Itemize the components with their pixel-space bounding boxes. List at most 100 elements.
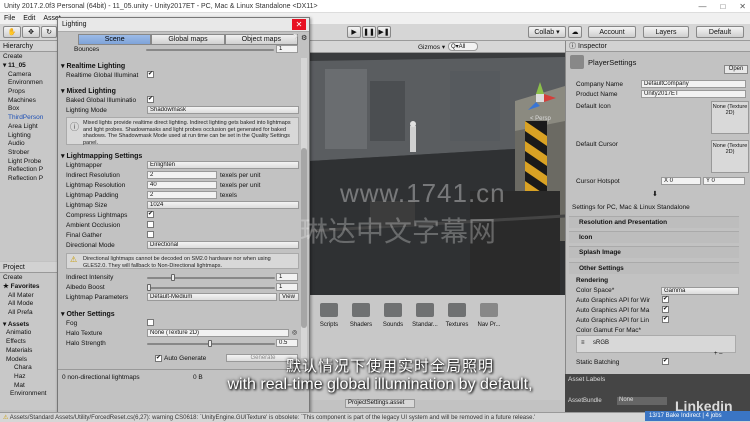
hierarchy-item[interactable]: Props [0, 88, 57, 97]
hierarchy-item[interactable]: Environmen [0, 79, 57, 88]
gamut-value[interactable]: sRGB [593, 340, 609, 346]
asset-folder-item[interactable]: Effects [0, 338, 57, 347]
asset-folder-icon[interactable] [352, 303, 370, 317]
hierarchy-item[interactable]: Audio [0, 140, 57, 149]
hierarchy-item[interactable]: Box [0, 105, 57, 114]
asset-folder-icon[interactable] [416, 303, 434, 317]
inspector-field-input[interactable]: Unity2017ET [641, 90, 746, 98]
play-button[interactable]: ▶ [347, 26, 361, 38]
lighting-help-icon[interactable]: ❔ [291, 34, 300, 42]
lightmap-setting-field[interactable]: 2 [147, 191, 217, 199]
hierarchy-item[interactable]: Light Probe [0, 158, 57, 167]
move-tool-icon[interactable]: ✥ [22, 26, 40, 38]
open-button[interactable]: Open [724, 65, 748, 74]
scene-search-input[interactable]: Q▾All [448, 42, 478, 51]
section-icon[interactable]: Icon [569, 231, 739, 243]
pause-button[interactable]: ❚❚ [362, 26, 376, 38]
tab-scene[interactable]: Scene [78, 34, 152, 45]
view-button[interactable]: View [279, 293, 299, 301]
project-tab[interactable]: Project [0, 262, 57, 273]
inspector-tab[interactable]: ⓘ Inspector [566, 41, 750, 52]
other-settings-header[interactable]: ▾ Other Settings [61, 310, 115, 318]
asset-folder-item[interactable]: Mat [0, 382, 57, 391]
asset-folder-item[interactable]: Models [0, 356, 57, 365]
indirect-intensity-slider[interactable] [147, 277, 275, 279]
lightmap-setting-checkbox[interactable]: ✔ [147, 211, 154, 218]
asset-folder-item[interactable]: Haz [0, 373, 57, 382]
gamut-add-remove[interactable]: + – [714, 351, 723, 357]
auto-graphics-api-checkbox[interactable]: ✔ [662, 316, 669, 323]
section-splash[interactable]: Splash Image [569, 246, 739, 258]
hierarchy-item[interactable]: Strober [0, 149, 57, 158]
mixed-lighting-header[interactable]: ▾ Mixed Lighting [61, 87, 116, 95]
lightmap-setting-field[interactable]: 2 [147, 171, 217, 179]
lightmap-params-dropdown[interactable]: Default-Medium [147, 293, 277, 301]
tab-global-maps[interactable]: Global maps [151, 34, 225, 45]
asset-folder-icon[interactable] [384, 303, 402, 317]
halo-strength-knob[interactable] [208, 340, 212, 347]
assetbundle-dropdown[interactable]: None [617, 397, 667, 405]
hotspot-y-field[interactable]: Y 0 [703, 177, 745, 185]
asset-folder-item[interactable]: Animatio [0, 329, 57, 338]
object-picker-icon[interactable]: ◎ [292, 329, 297, 336]
auto-generate-checkbox[interactable]: ✔ [155, 355, 162, 362]
lighting-scrollbar[interactable] [301, 58, 307, 358]
auto-graphics-api-checkbox[interactable]: ✔ [662, 296, 669, 303]
tab-object-maps[interactable]: Object maps [224, 34, 298, 45]
favorite-item[interactable]: All Mater [0, 292, 57, 301]
hierarchy-tab[interactable]: Hierarchy [0, 41, 57, 52]
color-space-dropdown[interactable]: Gamma [661, 287, 739, 295]
hierarchy-item[interactable]: Area Light [0, 123, 57, 132]
menu-edit[interactable]: Edit [23, 15, 35, 22]
hierarchy-item[interactable]: Reflection P [0, 166, 57, 175]
minimize-icon[interactable]: — [698, 2, 706, 11]
inspector-field-input[interactable]: DefaultCompany [641, 80, 746, 88]
albedo-boost-field[interactable]: 1 [276, 283, 298, 291]
lightmap-setting-dropdown[interactable]: Enlighten [147, 161, 299, 169]
maximize-icon[interactable]: □ [720, 2, 725, 11]
fog-checkbox[interactable] [147, 319, 154, 326]
lightmap-setting-dropdown[interactable]: 1024 [147, 201, 299, 209]
albedo-boost-slider[interactable] [147, 287, 275, 289]
hierarchy-item[interactable]: Machines [0, 97, 57, 106]
hierarchy-item[interactable]: Lighting [0, 132, 57, 141]
layout-dropdown[interactable]: Default [696, 26, 744, 38]
layers-dropdown[interactable]: Layers [643, 26, 689, 38]
asset-folder-item[interactable]: Chara [0, 364, 57, 373]
favorite-item[interactable]: All Mode [0, 300, 57, 309]
lightmap-setting-dropdown[interactable]: Directional [147, 241, 299, 249]
rotate-tool-icon[interactable]: ↻ [41, 26, 57, 38]
section-resolution[interactable]: Resolution and Presentation [569, 216, 739, 228]
asset-folder-item[interactable]: Materials [0, 347, 57, 356]
hotspot-x-field[interactable]: X 0 [661, 177, 701, 185]
favorite-item[interactable]: All Prefa [0, 309, 57, 318]
assets-header[interactable]: ▾ Assets [0, 321, 57, 330]
persp-label[interactable]: < Persp [530, 116, 551, 122]
lightmapping-settings-header[interactable]: ▾ Lightmapping Settings [61, 152, 142, 160]
lighting-mode-dropdown[interactable]: Shadowmask [147, 106, 299, 114]
cloud-icon[interactable]: ☁ [568, 26, 582, 38]
hierarchy-item[interactable]: ThirdPerson [0, 114, 57, 123]
indirect-intensity-knob[interactable] [171, 274, 175, 281]
halo-strength-field[interactable]: 0.5 [276, 339, 298, 347]
hand-tool-icon[interactable]: ✋ [3, 26, 21, 38]
lightmap-setting-checkbox[interactable] [147, 221, 154, 228]
baked-gi-checkbox[interactable]: ✔ [147, 96, 154, 103]
hierarchy-item[interactable]: Reflection P [0, 175, 57, 184]
indirect-intensity-field[interactable]: 1 [276, 273, 298, 281]
default-cursor-slot[interactable]: None (Texture 2D) [711, 140, 749, 173]
realtime-gi-checkbox[interactable]: ✔ [147, 71, 154, 78]
halo-texture-field[interactable]: None (Texture 2D) [147, 329, 289, 337]
menu-file[interactable]: File [4, 15, 15, 22]
bounces-field[interactable]: 1 [276, 45, 298, 53]
project-create[interactable]: Create [0, 273, 57, 283]
scene-gizmo[interactable] [522, 80, 558, 116]
asset-folder-icon[interactable] [320, 303, 338, 317]
bounces-slider[interactable] [146, 49, 274, 51]
lightmap-setting-checkbox[interactable] [147, 231, 154, 238]
auto-graphics-api-checkbox[interactable]: ✔ [662, 306, 669, 313]
lighting-settings-icon[interactable]: ⚙ [301, 34, 307, 42]
lightmap-setting-field[interactable]: 40 [147, 181, 217, 189]
step-button[interactable]: ▶❚ [377, 26, 391, 38]
hierarchy-create[interactable]: Create [0, 52, 57, 62]
